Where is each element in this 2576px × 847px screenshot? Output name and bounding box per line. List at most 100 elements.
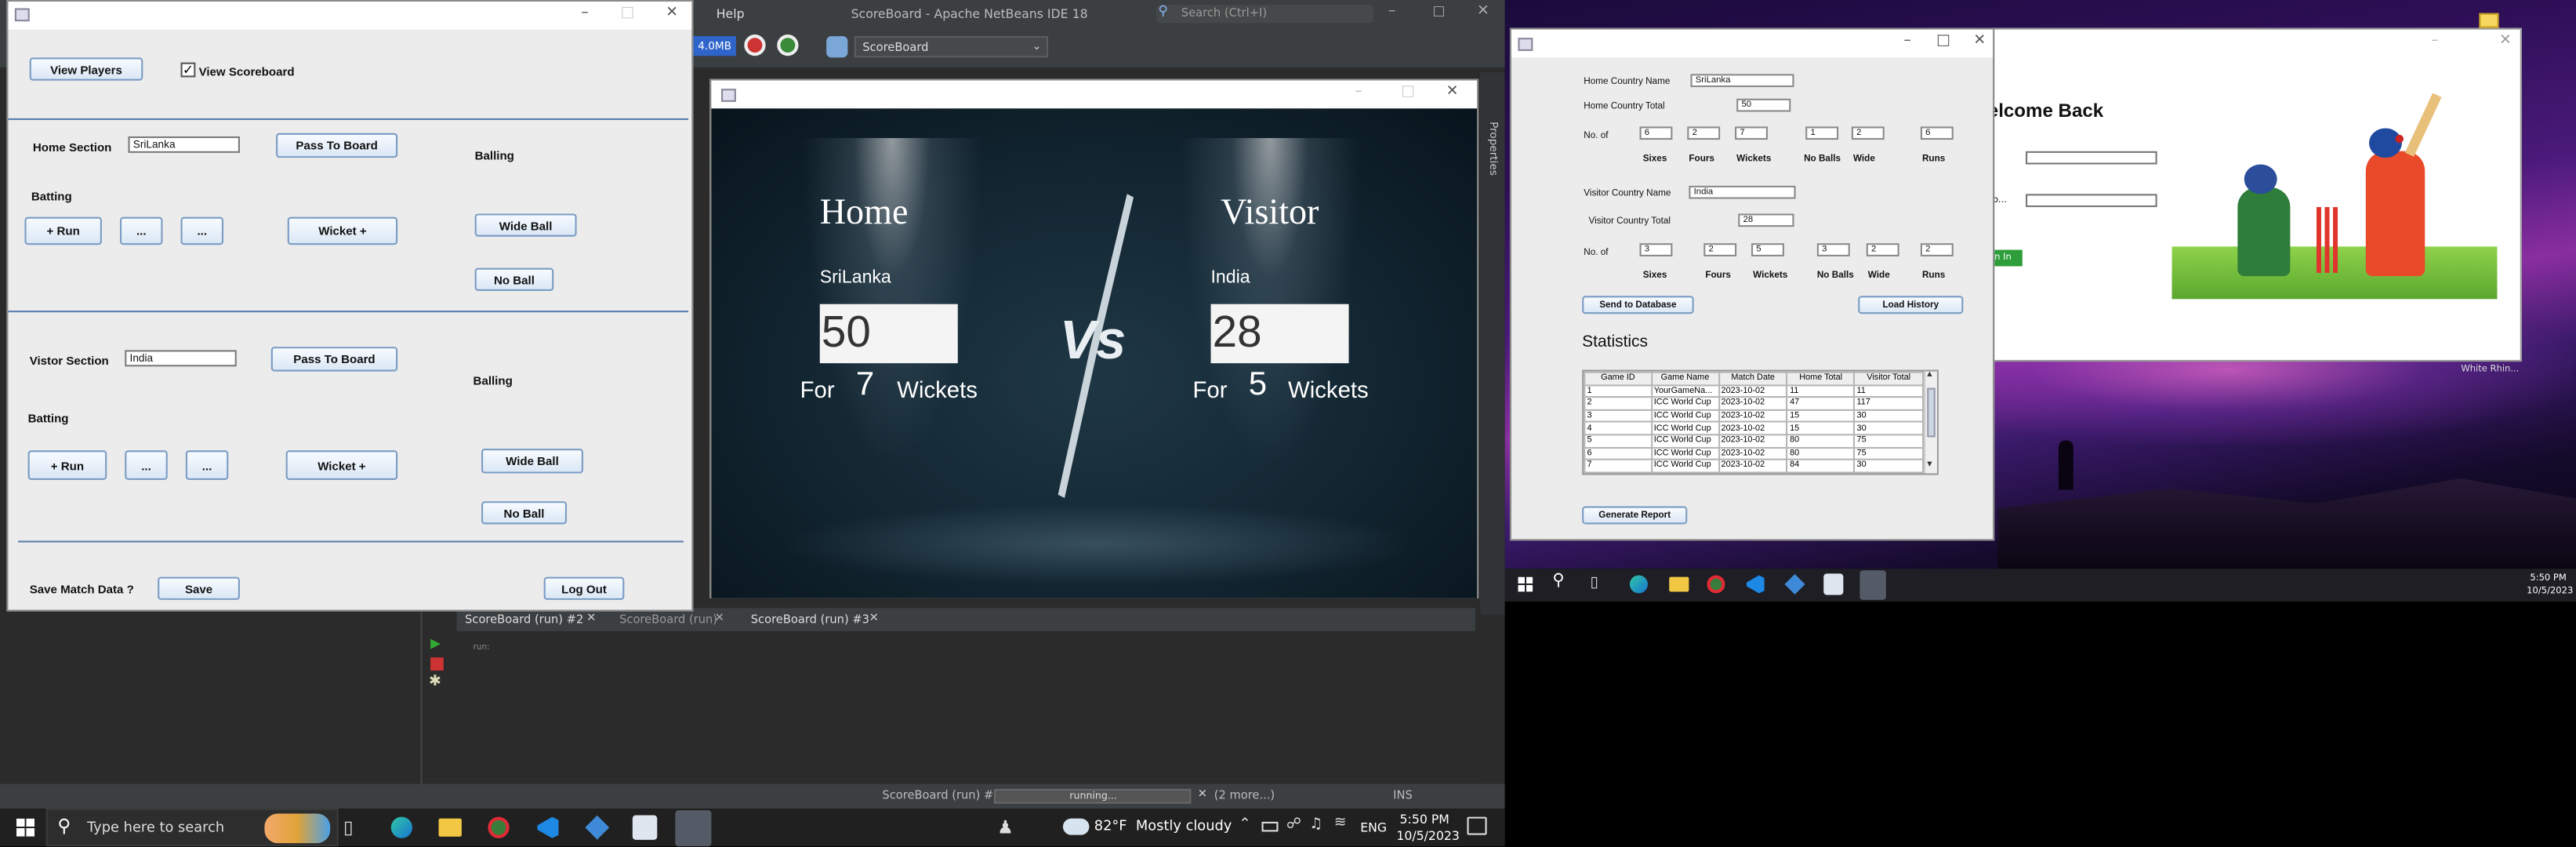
home-sixes-field[interactable]: 6	[1639, 126, 1673, 140]
java-app-icon[interactable]	[632, 815, 658, 840]
status-more[interactable]: (2 more...)	[1214, 789, 1275, 802]
view-players-button[interactable]: View Players	[29, 57, 143, 81]
home-wide-field[interactable]: 2	[1851, 126, 1885, 140]
volume-icon[interactable]: ♫	[1309, 817, 1322, 834]
file-explorer-icon[interactable]	[438, 818, 462, 837]
minimize-icon[interactable]: –	[1898, 33, 1917, 49]
table-row[interactable]: 4 ICC World Cup 2023-10-02 15 30	[1584, 421, 1925, 436]
task-view-icon[interactable]: ▯	[343, 817, 354, 838]
maximize-icon[interactable]: □	[1432, 3, 1445, 18]
password-input[interactable]	[2025, 194, 2157, 208]
visitor-wide-field[interactable]: 2	[1866, 243, 1899, 256]
table-row[interactable]: 2 ICC World Cup 2023-10-02 47 117	[1584, 396, 1925, 411]
properties-side-tab[interactable]: Properties	[1480, 72, 1505, 615]
minimize-icon[interactable]: –	[1349, 84, 1369, 100]
weather-text[interactable]: 82°F Mostly cloudy	[1094, 819, 1232, 835]
wifi-icon[interactable]: ≋	[1334, 815, 1347, 831]
close-icon[interactable]: ✕	[662, 5, 682, 21]
table-row[interactable]: 1 YourGameNa... 2023-10-02 11 11	[1584, 384, 1925, 398]
visitor-noballs-field[interactable]: 3	[1816, 243, 1850, 256]
rerun-icon[interactable]: ▶	[430, 636, 441, 651]
taskbar-date[interactable]: 10/5/2023	[1396, 828, 1460, 843]
visitor-wickets-field[interactable]: 5	[1751, 243, 1784, 256]
home-run-button[interactable]: + Run	[24, 216, 102, 245]
close-icon[interactable]: ✕	[2495, 33, 2515, 49]
output-tab-run2[interactable]: ScoreBoard (run) #2 ✕	[462, 610, 610, 631]
table-row[interactable]: 7 ICC World Cup 2023-10-02 84 30	[1584, 459, 1925, 473]
home-extra-button-2[interactable]: ...	[180, 216, 224, 245]
visitor-fours-field[interactable]: 2	[1703, 243, 1737, 256]
close-icon[interactable]: ✕	[1970, 33, 1990, 49]
home-extra-button-1[interactable]: ...	[119, 216, 163, 245]
home-no-ball-button[interactable]: No Ball	[474, 267, 554, 291]
home-runs-field[interactable]: 6	[1920, 126, 1954, 140]
vscode-icon[interactable]	[1746, 575, 1765, 594]
close-icon[interactable]: ✕	[1442, 84, 1462, 100]
load-history-button[interactable]: Load History	[1858, 296, 1964, 314]
opera-icon[interactable]	[1707, 575, 1725, 594]
visitor-country-total-field[interactable]: 28	[1738, 213, 1794, 227]
home-noballs-field[interactable]: 1	[1805, 126, 1839, 140]
edge-icon[interactable]	[1629, 575, 1648, 594]
visitor-extra-button-2[interactable]: ...	[185, 450, 229, 480]
edge-icon[interactable]	[390, 816, 413, 838]
history-table[interactable]: Game ID Game Name Match Date Home Total …	[1582, 369, 1939, 475]
home-pass-to-board-button[interactable]: Pass To Board	[276, 133, 398, 158]
maximize-icon[interactable]: □	[1934, 33, 1954, 49]
column-header[interactable]: Match Date	[1718, 371, 1788, 386]
visitor-run-button[interactable]: + Run	[27, 450, 107, 480]
maximize-icon[interactable]: □	[618, 5, 637, 21]
visitor-no-ball-button[interactable]: No Ball	[481, 501, 568, 525]
taskbar-search-box[interactable]: ⚲ Type here to search	[45, 809, 339, 847]
profile-icon[interactable]	[777, 35, 799, 56]
netbeans-icon[interactable]	[1784, 573, 1805, 595]
minimize-icon[interactable]: –	[1388, 3, 1395, 20]
config-select[interactable]: ScoreBoard ⌄	[854, 36, 1049, 58]
visitor-wicket-button[interactable]: Wicket +	[285, 450, 398, 480]
table-row[interactable]: 5 ICC World Cup 2023-10-02 80 75	[1584, 434, 1925, 449]
minimize-icon[interactable]: –	[575, 5, 594, 21]
windows-start-icon[interactable]	[1518, 576, 1533, 592]
table-scrollbar[interactable]: ▴ ▾	[1924, 372, 1937, 474]
stop-icon[interactable]	[430, 657, 444, 671]
chevron-up-icon[interactable]: ⌃	[1239, 817, 1251, 834]
scroll-up-icon[interactable]: ▴	[1927, 372, 1932, 380]
opera-icon[interactable]	[488, 816, 510, 838]
home-wide-ball-button[interactable]: Wide Ball	[474, 213, 577, 237]
column-header[interactable]: Game Name	[1650, 371, 1720, 386]
people-icon[interactable]: ♟	[997, 817, 1014, 838]
java-app-icon-active[interactable]	[1859, 570, 1886, 600]
visitor-runs-field[interactable]: 2	[1920, 243, 1954, 256]
small-desktop-icon[interactable]	[2479, 13, 2499, 28]
taskbar-time[interactable]: 5:50 PM	[1400, 812, 1449, 827]
close-icon[interactable]: ✕	[586, 612, 596, 625]
gc-icon[interactable]	[744, 35, 766, 56]
visitor-sixes-field[interactable]: 3	[1639, 243, 1673, 256]
column-header[interactable]: Game ID	[1584, 371, 1653, 386]
close-icon[interactable]: ✕	[715, 612, 724, 625]
home-wickets-field[interactable]: 7	[1735, 126, 1768, 140]
vscode-icon[interactable]	[537, 816, 559, 838]
ide-search-box[interactable]: ⚲ Search (Ctrl+I)	[1156, 3, 1374, 24]
visitor-wide-ball-button[interactable]: Wide Ball	[481, 449, 583, 474]
file-explorer-icon[interactable]	[1669, 576, 1689, 592]
language-indicator[interactable]: ENG	[1360, 820, 1387, 835]
column-header[interactable]: Home Total	[1786, 371, 1856, 386]
menu-help[interactable]: Help	[717, 6, 745, 21]
username-input[interactable]	[2025, 151, 2157, 165]
notification-icon[interactable]	[1467, 816, 1487, 835]
cancel-icon[interactable]: ✕	[1198, 787, 1207, 801]
home-country-total-field[interactable]: 50	[1736, 98, 1791, 112]
visitor-pass-to-board-button[interactable]: Pass To Board	[270, 347, 398, 372]
table-row[interactable]: 6 ICC World Cup 2023-10-02 80 75	[1584, 446, 1925, 461]
column-header[interactable]: Visitor Total	[1853, 371, 1925, 386]
search-icon[interactable]: ⚲	[1552, 572, 1564, 590]
generate-report-button[interactable]: Generate Report	[1582, 506, 1688, 525]
visitor-country-input[interactable]: India	[125, 350, 237, 367]
scroll-down-icon[interactable]: ▾	[1927, 459, 1932, 471]
java-app-icon[interactable]	[1823, 573, 1844, 595]
java-app-icon-active[interactable]	[675, 810, 712, 847]
view-scoreboard-checkbox[interactable]: ✓	[180, 62, 196, 78]
visitor-country-name-field[interactable]: India	[1689, 185, 1796, 199]
network-icon[interactable]: ☍	[1286, 817, 1301, 834]
